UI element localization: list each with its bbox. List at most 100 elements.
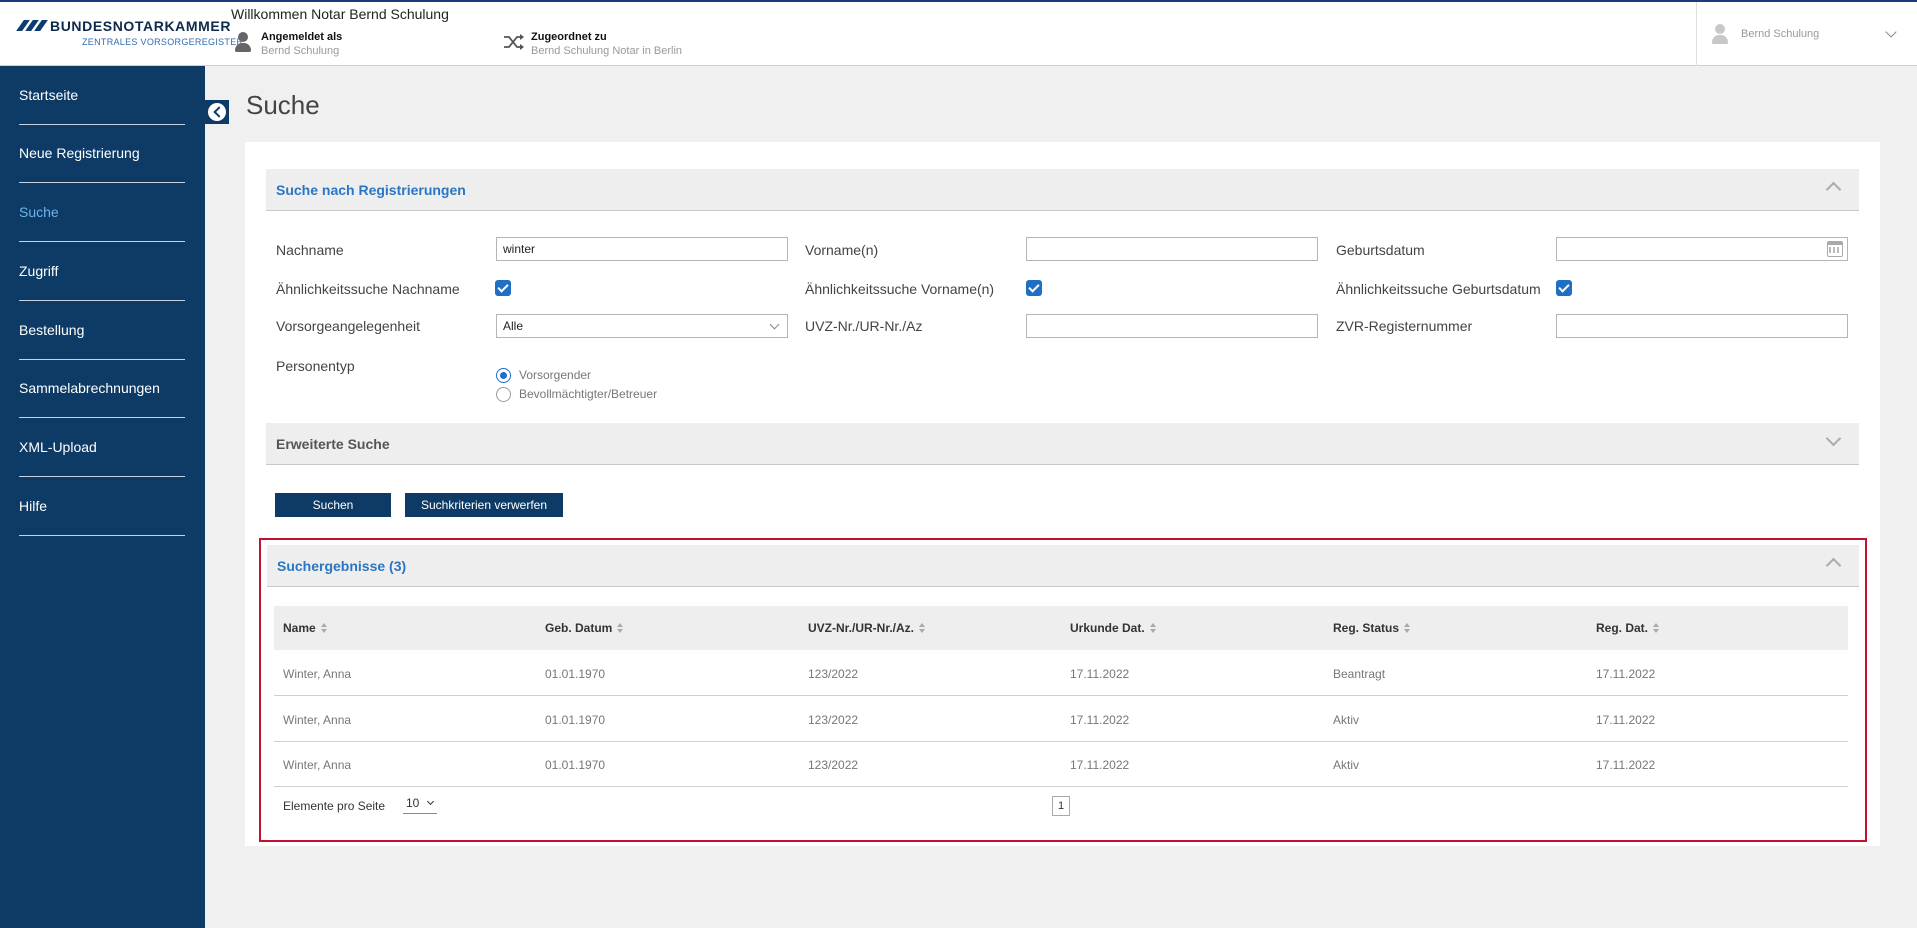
sidebar-item-bestellung[interactable]: Bestellung [19, 301, 185, 360]
sort-icon [1149, 623, 1157, 633]
column-header-uvz[interactable]: UVZ-Nr./UR-Nr./Az. [808, 621, 926, 635]
cell-urkunde-dat: 17.11.2022 [1070, 758, 1130, 772]
column-header-geb-datum[interactable]: Geb. Datum [545, 621, 624, 635]
vorsorge-label: Vorsorgeangelegenheit [276, 318, 421, 334]
search-panel-header[interactable]: Suche nach Registrierungen [266, 169, 1859, 211]
user-menu-dropdown[interactable]: Bernd Schulung [1696, 2, 1917, 66]
column-header-urkunde-dat[interactable]: Urkunde Dat. [1070, 621, 1157, 635]
welcome-text: Willkommen Notar Bernd Schulung [231, 6, 449, 22]
vorsorge-select[interactable]: Alle [496, 314, 788, 338]
geburtsdatum-label: Geburtsdatum [1336, 242, 1425, 258]
cell-reg-status: Aktiv [1333, 713, 1360, 727]
reset-criteria-button[interactable]: Suchkriterien verwerfen [405, 493, 563, 517]
uvz-input[interactable] [1026, 314, 1318, 338]
per-page-value: 10 [406, 796, 420, 810]
radio-bevollmaechtigter[interactable] [496, 387, 511, 402]
sort-icon [1404, 623, 1411, 633]
radio-bevollmaechtigter-label[interactable]: Bevollmächtigter/Betreuer [519, 387, 657, 401]
cell-geb-datum: 01.01.1970 [545, 758, 606, 772]
cell-reg-dat: 17.11.2022 [1596, 758, 1656, 772]
cell-reg-dat: 17.11.2022 [1596, 713, 1656, 727]
logo-mark-icon [16, 20, 48, 31]
search-button[interactable]: Suchen [275, 493, 391, 517]
column-reg-status-label: Reg. Status [1333, 621, 1400, 635]
radio-vorsorgender[interactable] [496, 368, 511, 383]
sort-icon [617, 623, 624, 633]
table-row[interactable]: Winter, Anna 01.01.1970 123/2022 17.11.2… [274, 651, 1848, 696]
aehnlich-vorname-checkbox[interactable] [1026, 280, 1042, 296]
column-geb-datum-label: Geb. Datum [545, 621, 613, 635]
assigned-block: Zugeordnet zu Bernd Schulung Notar in Be… [503, 30, 682, 58]
cell-name: Winter, Anna [283, 667, 352, 681]
logged-in-label: Angemeldet als [261, 31, 343, 43]
logged-in-block: Angemeldet als Bernd Schulung [233, 30, 342, 58]
assigned-value: Bernd Schulung Notar in Berlin [531, 45, 683, 57]
vorname-label: Vorname(n) [805, 242, 879, 258]
page-title: Suche [246, 90, 320, 120]
chevron-left-icon [208, 103, 226, 121]
calendar-icon[interactable] [1827, 241, 1843, 257]
sidebar-item-zugriff[interactable]: Zugriff [19, 242, 185, 301]
logo-main-text: BUNDESNOTARKAMMER [50, 18, 232, 34]
cell-urkunde-dat: 17.11.2022 [1070, 667, 1130, 681]
per-page-select[interactable]: 10 [403, 796, 437, 814]
bundesnotarkammer-logo[interactable]: BUNDESNOTARKAMMER ZENTRALES VORSORGEREGI… [16, 16, 243, 56]
column-header-name[interactable]: Name [283, 621, 328, 635]
sort-icon [1653, 623, 1660, 633]
cell-uvz: 123/2022 [808, 713, 859, 727]
logged-in-value: Bernd Schulung [261, 45, 340, 57]
cell-reg-dat: 17.11.2022 [1596, 667, 1656, 681]
sidebar-item-startseite[interactable]: Startseite [19, 66, 185, 125]
extended-search-header[interactable]: Erweiterte Suche [266, 423, 1859, 465]
cell-name: Winter, Anna [283, 713, 352, 727]
cell-name: Winter, Anna [283, 758, 352, 772]
sidebar: Startseite Neue Registrierung Suche Zugr… [0, 66, 205, 928]
cell-uvz: 123/2022 [808, 667, 859, 681]
logo-sub-text: ZENTRALES VORSORGEREGISTER [82, 37, 244, 47]
aehnlich-geburtsdatum-checkbox[interactable] [1556, 280, 1572, 296]
vorname-input[interactable] [1026, 237, 1318, 261]
aehnlich-nachname-checkbox[interactable] [495, 280, 511, 296]
cell-uvz: 123/2022 [808, 758, 859, 772]
sidebar-collapse-button[interactable] [205, 100, 229, 124]
results-table-header: Name Geb. Datum UVZ-Nr./UR-Nr./Az. Urkun… [274, 606, 1848, 650]
assigned-label: Zugeordnet zu [531, 31, 607, 43]
nachname-input[interactable] [496, 237, 788, 261]
sidebar-item-xml-upload[interactable]: XML-Upload [19, 418, 185, 477]
results-panel-header[interactable]: Suchergebnisse (3) [267, 545, 1859, 587]
geburtsdatum-input[interactable] [1556, 237, 1848, 261]
search-panel-title: Suche nach Registrierungen [276, 181, 466, 198]
sidebar-item-suche[interactable]: Suche [19, 183, 185, 242]
chevron-down-icon [1885, 26, 1897, 38]
extended-search-title: Erweiterte Suche [276, 435, 390, 452]
shuffle-icon [503, 30, 525, 54]
cell-reg-status: Beantragt [1333, 667, 1386, 681]
personentyp-label: Personentyp [276, 358, 355, 374]
aehnlich-nachname-label: Ähnlichkeitssuche Nachname [276, 281, 460, 297]
chevron-down-icon [426, 797, 435, 806]
table-row[interactable]: Winter, Anna 01.01.1970 123/2022 17.11.2… [274, 742, 1848, 787]
radio-vorsorgender-label[interactable]: Vorsorgender [519, 368, 591, 382]
column-reg-dat-label: Reg. Dat. [1596, 621, 1649, 635]
aehnlich-geburtsdatum-label: Ähnlichkeitssuche Geburtsdatum [1336, 281, 1541, 297]
table-row[interactable]: Winter, Anna 01.01.1970 123/2022 17.11.2… [274, 697, 1848, 742]
zvr-input[interactable] [1556, 314, 1848, 338]
pagination-page-1[interactable]: 1 [1052, 796, 1070, 816]
sort-icon [320, 623, 328, 633]
user-menu-name: Bernd Schulung [1741, 28, 1820, 40]
cell-geb-datum: 01.01.1970 [545, 713, 606, 727]
chevron-up-icon [1825, 557, 1842, 574]
cell-urkunde-dat: 17.11.2022 [1070, 713, 1130, 727]
sidebar-item-neue-registrierung[interactable]: Neue Registrierung [19, 124, 185, 183]
cell-reg-status: Aktiv [1333, 758, 1360, 772]
sidebar-item-hilfe[interactable]: Hilfe [19, 477, 185, 536]
user-avatar-icon [1711, 23, 1731, 45]
column-header-reg-status[interactable]: Reg. Status [1333, 621, 1411, 635]
search-card: Suche nach Registrierungen Nachname Vorn… [245, 142, 1880, 846]
column-header-reg-dat[interactable]: Reg. Dat. [1596, 621, 1660, 635]
user-icon [233, 30, 255, 54]
sidebar-item-sammelabrechnungen[interactable]: Sammelabrechnungen [19, 359, 185, 418]
per-page-label: Elemente pro Seite [283, 799, 386, 813]
zvr-label: ZVR-Registernummer [1336, 318, 1473, 334]
chevron-up-icon [1825, 181, 1842, 198]
